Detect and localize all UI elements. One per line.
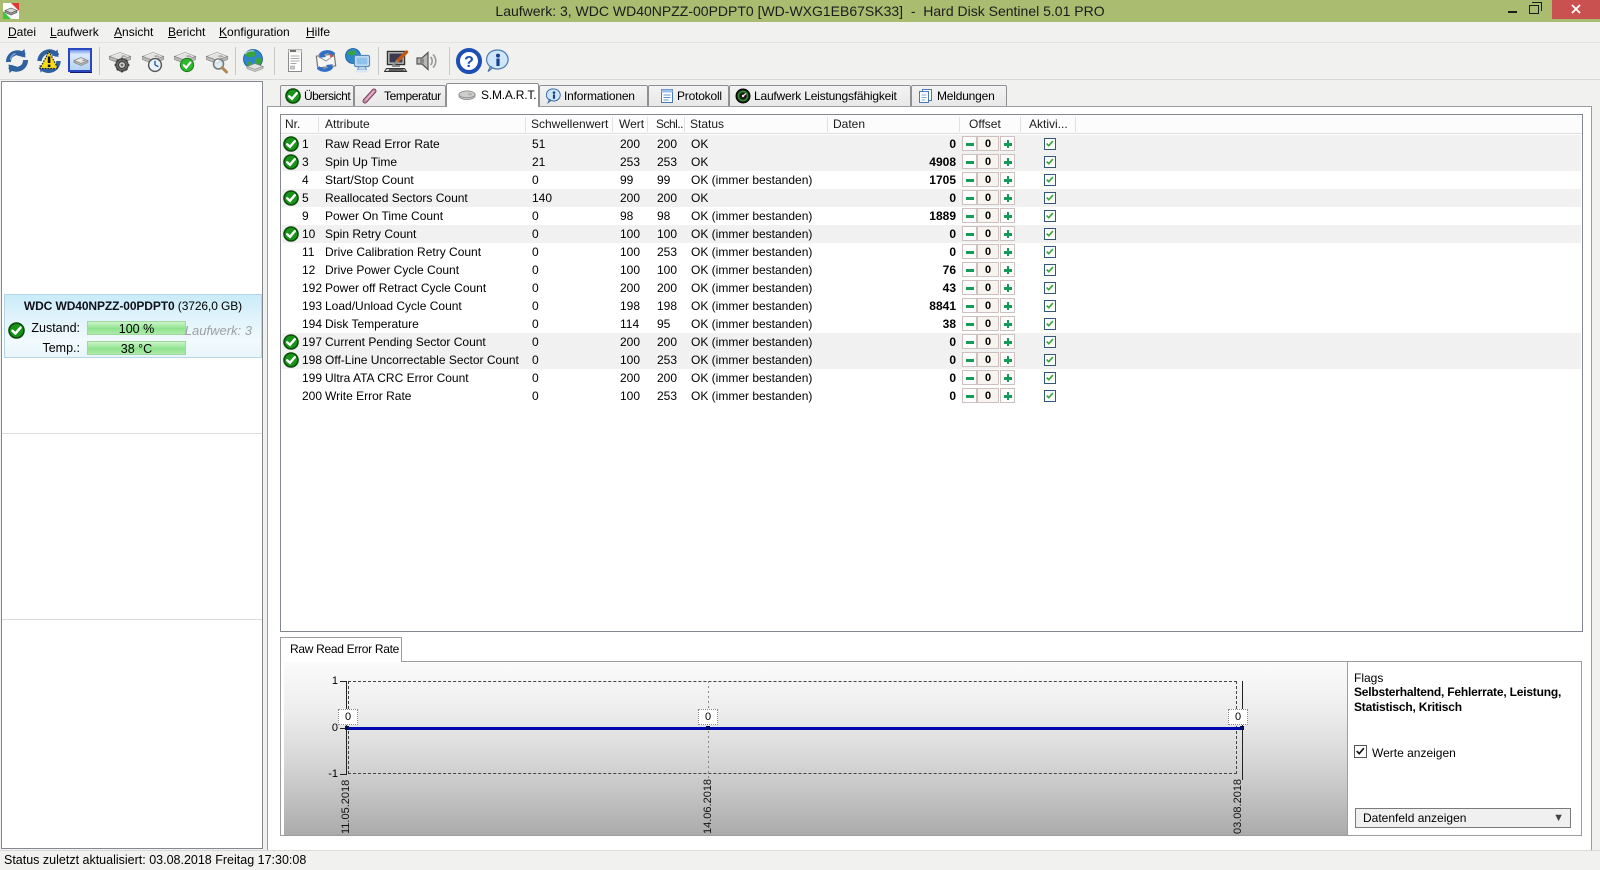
svg-text:?: ? [464, 54, 474, 71]
